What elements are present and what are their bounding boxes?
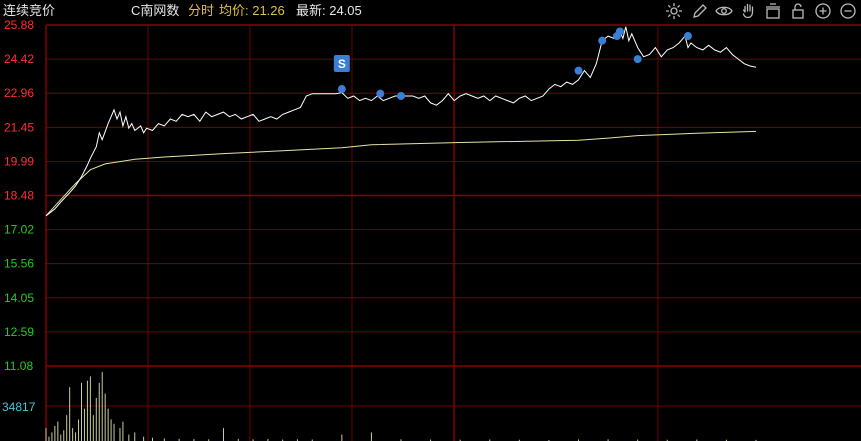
trade-marker (397, 91, 405, 100)
price-tick-label: 15.56 (4, 257, 34, 271)
price-tick-label: 12.59 (4, 325, 34, 339)
price-tick-label: 21.45 (4, 120, 34, 134)
trade-marker (337, 85, 346, 94)
basket-icon[interactable] (763, 1, 783, 21)
gear-icon[interactable] (664, 1, 684, 21)
trade-markers[interactable] (337, 27, 692, 100)
signal-badge[interactable]: S (333, 55, 350, 72)
trade-marker (574, 66, 583, 75)
price-tick-label: 17.02 (4, 223, 34, 237)
price-tick-label: 24.42 (4, 52, 34, 66)
stock-name[interactable]: C南网数 (131, 3, 179, 19)
chart-header: 连续竞价 C南网数 分时 均价: 21.26 最新: 24.05 (0, 0, 861, 22)
signal-badge-label: S (338, 57, 346, 71)
zoom-in-icon[interactable] (813, 1, 833, 21)
lock-icon[interactable] (788, 1, 808, 21)
trade-marker (683, 32, 692, 41)
latest-price: 最新: 24.05 (296, 3, 362, 18)
volume-bars (45, 372, 757, 441)
volume-axis-label: 34817 (2, 400, 36, 414)
chart-grid (45, 24, 861, 441)
average-price: 均价: 21.26 (219, 3, 285, 18)
price-tick-label: 22.96 (4, 86, 34, 100)
hand-icon[interactable] (739, 1, 759, 21)
price-line (45, 26, 757, 217)
eye-icon[interactable] (714, 1, 734, 21)
trade-marker (376, 89, 385, 98)
zoom-out-icon[interactable] (838, 1, 858, 21)
trade-marker (633, 55, 642, 64)
price-axis: 25.8824.4222.9621.4519.9918.4817.0215.56… (4, 18, 34, 373)
price-tick-label: 14.05 (4, 291, 34, 305)
pen-icon[interactable] (689, 1, 709, 21)
intraday-chart[interactable]: 25.8824.4222.9621.4519.9918.4817.0215.56… (0, 0, 861, 441)
session-title: 连续竞价 (3, 3, 56, 18)
trade-marker (598, 36, 607, 45)
average-price-line (45, 130, 757, 217)
trade-marker (615, 27, 624, 36)
chart-mode[interactable]: 分时 (188, 3, 214, 19)
price-tick-label: 19.99 (4, 154, 34, 168)
price-tick-label: 18.48 (4, 189, 34, 203)
price-tick-label: 11.08 (4, 359, 33, 373)
